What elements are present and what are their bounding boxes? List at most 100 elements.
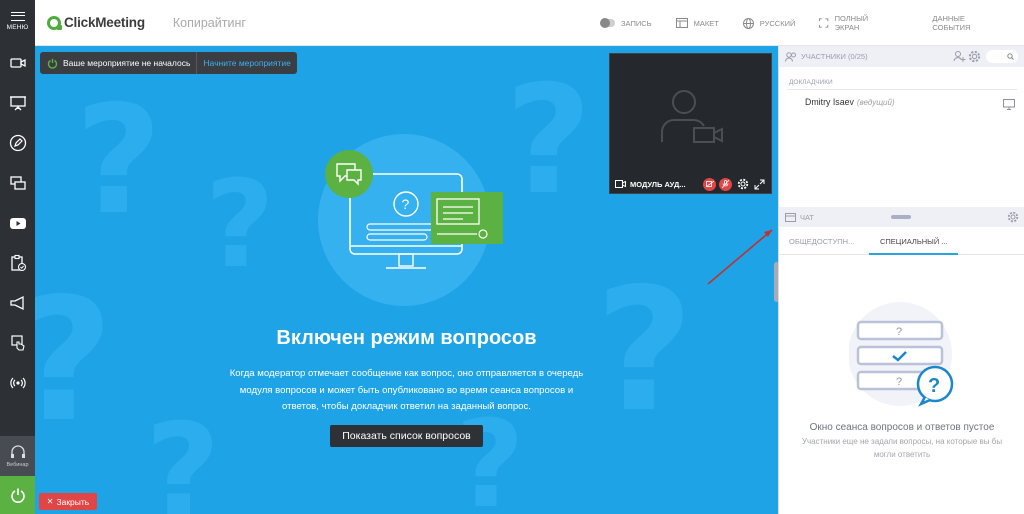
fullscreen-icon bbox=[819, 18, 829, 28]
presenter-name: Dmitry Isaev bbox=[805, 97, 854, 107]
webinar-label: Вебинар bbox=[6, 461, 29, 468]
start-event-link[interactable]: Начните мероприятие bbox=[196, 52, 297, 74]
event-title: Копирайтинг bbox=[172, 15, 246, 30]
close-label: Закрыть bbox=[56, 496, 90, 507]
sidebar-item-whiteboard[interactable] bbox=[0, 123, 35, 163]
chat-header: ЧАТ bbox=[779, 207, 1024, 227]
svg-text:?: ? bbox=[896, 376, 902, 388]
sidebar-item-video[interactable] bbox=[0, 43, 35, 83]
chat-title: ЧАТ bbox=[800, 212, 814, 222]
power-icon bbox=[10, 488, 25, 503]
video-module[interactable]: МОДУЛЬ АУД... bbox=[609, 53, 772, 194]
gear-icon bbox=[1007, 211, 1019, 223]
background-question-mark: ? bbox=[145, 395, 221, 514]
clipboard-check-icon bbox=[10, 254, 26, 272]
chat-settings-button[interactable] bbox=[1007, 211, 1019, 223]
background-question-mark: ? bbox=[595, 252, 694, 450]
sidebar-item-broadcast[interactable] bbox=[0, 363, 35, 403]
layout-button[interactable]: МАКЕТ bbox=[675, 18, 719, 28]
pencil-icon bbox=[9, 134, 26, 152]
empty-qa-title: Окно сеанса вопросов и ответов пустое bbox=[809, 422, 995, 433]
top-bar: ClickMeeting Копирайтинг ЗАПИСЬ МАКЕТ РУ… bbox=[35, 0, 1024, 46]
participants-header: УЧАСТНИКИ (0/25) bbox=[779, 46, 1024, 67]
power-icon bbox=[43, 58, 61, 69]
sidebar-item-screen-share[interactable] bbox=[0, 163, 35, 203]
event-status-text: Ваше мероприятие не началось bbox=[63, 58, 191, 68]
drag-handle-icon[interactable] bbox=[891, 215, 911, 219]
toggle-icon bbox=[600, 18, 615, 28]
sidebar-item-youtube[interactable] bbox=[0, 203, 35, 243]
tab-public[interactable]: ОБЩЕДОСТУПН... bbox=[789, 237, 854, 246]
qa-mode-description: Когда модератор отмечает сообщение как в… bbox=[229, 368, 584, 412]
record-label: ЗАПИСЬ bbox=[621, 18, 652, 28]
right-panel: УЧАСТНИКИ (0/25) докладчики Dmitry Isaev… bbox=[778, 46, 1024, 514]
gear-icon bbox=[968, 50, 981, 63]
gear-icon bbox=[737, 178, 749, 190]
presenters-section-label: докладчики bbox=[789, 79, 833, 86]
screen-share-icon bbox=[9, 176, 26, 190]
layout-label: МАКЕТ bbox=[693, 18, 719, 28]
participants-search[interactable] bbox=[986, 50, 1018, 63]
sidebar-item-polls[interactable] bbox=[0, 243, 35, 283]
language-label: РУССКИЙ bbox=[759, 18, 796, 28]
youtube-icon bbox=[9, 218, 26, 229]
presenter-row[interactable]: Dmitry Isaev (ведущий) bbox=[805, 97, 895, 107]
globe-icon bbox=[742, 17, 754, 29]
fullscreen-button[interactable]: ПОЛНЫЙ ЭКРАН bbox=[819, 14, 890, 32]
background-question-mark: ? bbox=[505, 54, 593, 228]
background-question-mark: ? bbox=[205, 156, 275, 295]
annotation-arrow-icon bbox=[707, 229, 773, 285]
empty-qa-subtitle: Участники еще не задали вопросы, на кото… bbox=[801, 437, 1003, 459]
participants-settings-button[interactable] bbox=[968, 50, 981, 63]
presenter-role: (ведущий) bbox=[856, 98, 895, 107]
megaphone-icon bbox=[9, 295, 24, 311]
video-module-label: МОДУЛЬ АУД... bbox=[630, 179, 686, 189]
close-button[interactable]: ✕ Закрыть bbox=[39, 493, 97, 510]
presentation-icon bbox=[9, 96, 26, 111]
sidebar-item-handout[interactable] bbox=[0, 323, 35, 363]
add-user-icon bbox=[953, 51, 966, 62]
event-status-bar: Ваше мероприятие не началось Начните мер… bbox=[40, 52, 297, 74]
camera-icon bbox=[9, 58, 26, 68]
search-icon bbox=[1007, 53, 1014, 60]
mic-off-button[interactable] bbox=[719, 177, 732, 191]
svg-text:?: ? bbox=[928, 375, 940, 397]
language-button[interactable]: РУССКИЙ bbox=[742, 17, 796, 29]
camera-off-button[interactable] bbox=[703, 177, 716, 191]
svg-text:?: ? bbox=[896, 326, 902, 338]
add-participant-button[interactable] bbox=[953, 50, 966, 63]
video-settings-button[interactable] bbox=[737, 178, 749, 190]
app-window: МЕНЮ Вебинар ClickMeeting Копирайтинг ЗА… bbox=[0, 0, 1024, 514]
camera-icon bbox=[615, 180, 626, 188]
webinar-mode-button[interactable]: Вебинар bbox=[0, 436, 35, 476]
sidebar-item-cta[interactable] bbox=[0, 283, 35, 323]
menu-button[interactable]: МЕНЮ bbox=[0, 0, 35, 43]
divider bbox=[787, 89, 1017, 90]
event-data-label: ДАННЫЕ СОБЫТИЯ bbox=[932, 14, 971, 32]
chat-tabs: ОБЩЕДОСТУПН... СПЕЦИАЛЬНЫЙ ... bbox=[779, 227, 1024, 255]
empty-questions-illustration: ? ? ? bbox=[849, 302, 954, 407]
background-question-mark: ? bbox=[455, 396, 525, 514]
participants-icon bbox=[785, 51, 797, 62]
sidebar-item-presentation[interactable] bbox=[0, 83, 35, 123]
top-actions: ЗАПИСЬ МАКЕТ РУССКИЙ ПОЛНЫЙ ЭКРАН ДАННЫЕ… bbox=[600, 0, 1024, 46]
record-toggle[interactable]: ЗАПИСЬ bbox=[600, 18, 652, 28]
tab-special[interactable]: СПЕЦИАЛЬНЫЙ ... bbox=[880, 237, 948, 246]
qa-mode-headline: Включен режим вопросов bbox=[276, 327, 537, 349]
hamburger-icon bbox=[10, 12, 25, 21]
logo-mark-icon bbox=[47, 15, 62, 30]
start-event-power-button[interactable] bbox=[0, 476, 35, 514]
show-questions-button[interactable]: Показать список вопросов bbox=[330, 425, 483, 447]
video-controls: МОДУЛЬ АУД... bbox=[610, 175, 771, 193]
hand-pointer-icon bbox=[10, 335, 25, 351]
chat-icon bbox=[785, 212, 796, 222]
close-icon: ✕ bbox=[46, 497, 54, 506]
background-question-mark: ? bbox=[35, 276, 114, 446]
user-placeholder-icon bbox=[661, 90, 723, 143]
clickmeeting-logo: ClickMeeting bbox=[47, 15, 145, 30]
menu-label: МЕНЮ bbox=[6, 24, 29, 31]
participants-title: УЧАСТНИКИ (0/25) bbox=[801, 52, 868, 61]
video-expand-button[interactable] bbox=[754, 179, 765, 190]
fullscreen-label: ПОЛНЫЙ ЭКРАН bbox=[834, 14, 869, 32]
event-data-button[interactable]: ДАННЫЕ СОБЫТИЯ bbox=[932, 14, 1000, 32]
